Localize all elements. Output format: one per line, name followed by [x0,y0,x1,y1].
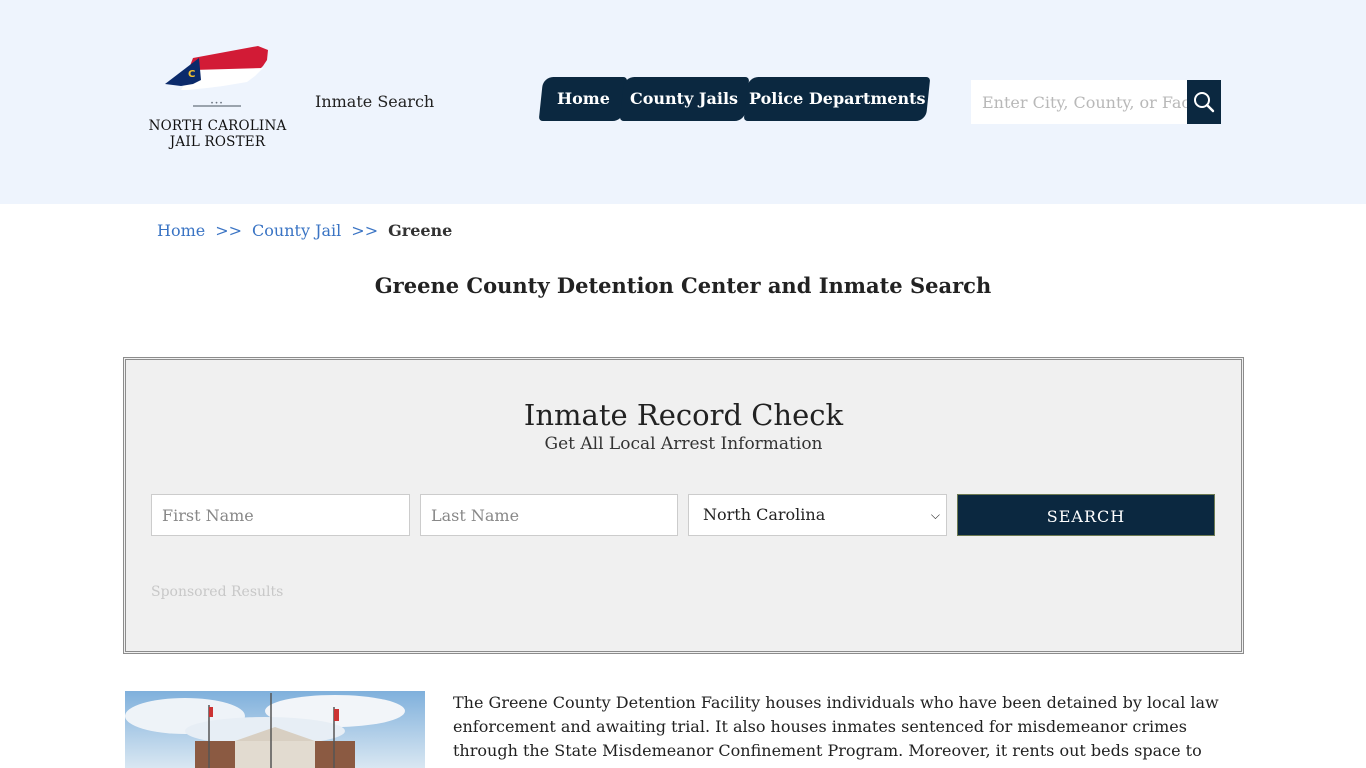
breadcrumb-home[interactable]: Home [157,221,205,240]
logo-text: NORTH CAROLINA JAIL ROSTER [145,118,290,150]
nav-county-jails-label: County Jails [630,89,739,108]
breadcrumb-county-jail[interactable]: County Jail [252,221,341,240]
logo-line-1: NORTH CAROLINA [148,118,287,134]
logo-line-2: JAIL ROSTER [169,134,266,150]
last-name-input[interactable] [420,494,678,536]
site-header: C ••• NORTH CAROLINA JAIL ROSTER Inmate … [0,0,1366,204]
record-search-button[interactable]: SEARCH [957,494,1215,536]
panel-subtitle: Get All Local Arrest Information [544,434,823,454]
breadcrumb-separator: >> [351,221,379,240]
logo-dots: ••• [210,100,224,107]
breadcrumb: Home >> County Jail >> Greene [157,221,452,240]
inmate-search-link[interactable]: Inmate Search [315,92,434,111]
facility-description: The Greene County Detention Facility hou… [453,693,1219,768]
flag-letter: C [188,69,195,80]
search-icon [1194,92,1215,113]
site-search-button[interactable] [1187,80,1221,124]
first-name-input[interactable] [151,494,410,536]
panel-title: Inmate Record Check [523,398,844,432]
state-select-value: North Carolina [703,505,826,524]
nc-flag-map-icon: C [165,46,268,90]
nav-county-jails[interactable]: County Jails [619,77,750,121]
state-select[interactable]: North Carolina ⌵ [688,494,947,536]
site-search-input[interactable] [971,80,1187,124]
inmate-record-check-panel: Inmate Record Check Get All Local Arrest… [123,357,1244,654]
nav-police-departments[interactable]: Police Departments [743,77,931,121]
sponsored-results-label: Sponsored Results [151,584,284,600]
facility-photo [125,691,425,768]
nav-home[interactable]: Home [538,77,628,121]
breadcrumb-separator: >> [215,221,243,240]
site-logo[interactable]: C ••• NORTH CAROLINA JAIL ROSTER [145,44,290,156]
chevron-down-icon: ⌵ [930,508,940,522]
breadcrumb-current: Greene [388,221,453,240]
page-title: Greene County Detention Center and Inmat… [374,273,992,298]
nav-police-departments-label: Police Departments [748,89,926,108]
nav-home-label: Home [556,89,610,108]
